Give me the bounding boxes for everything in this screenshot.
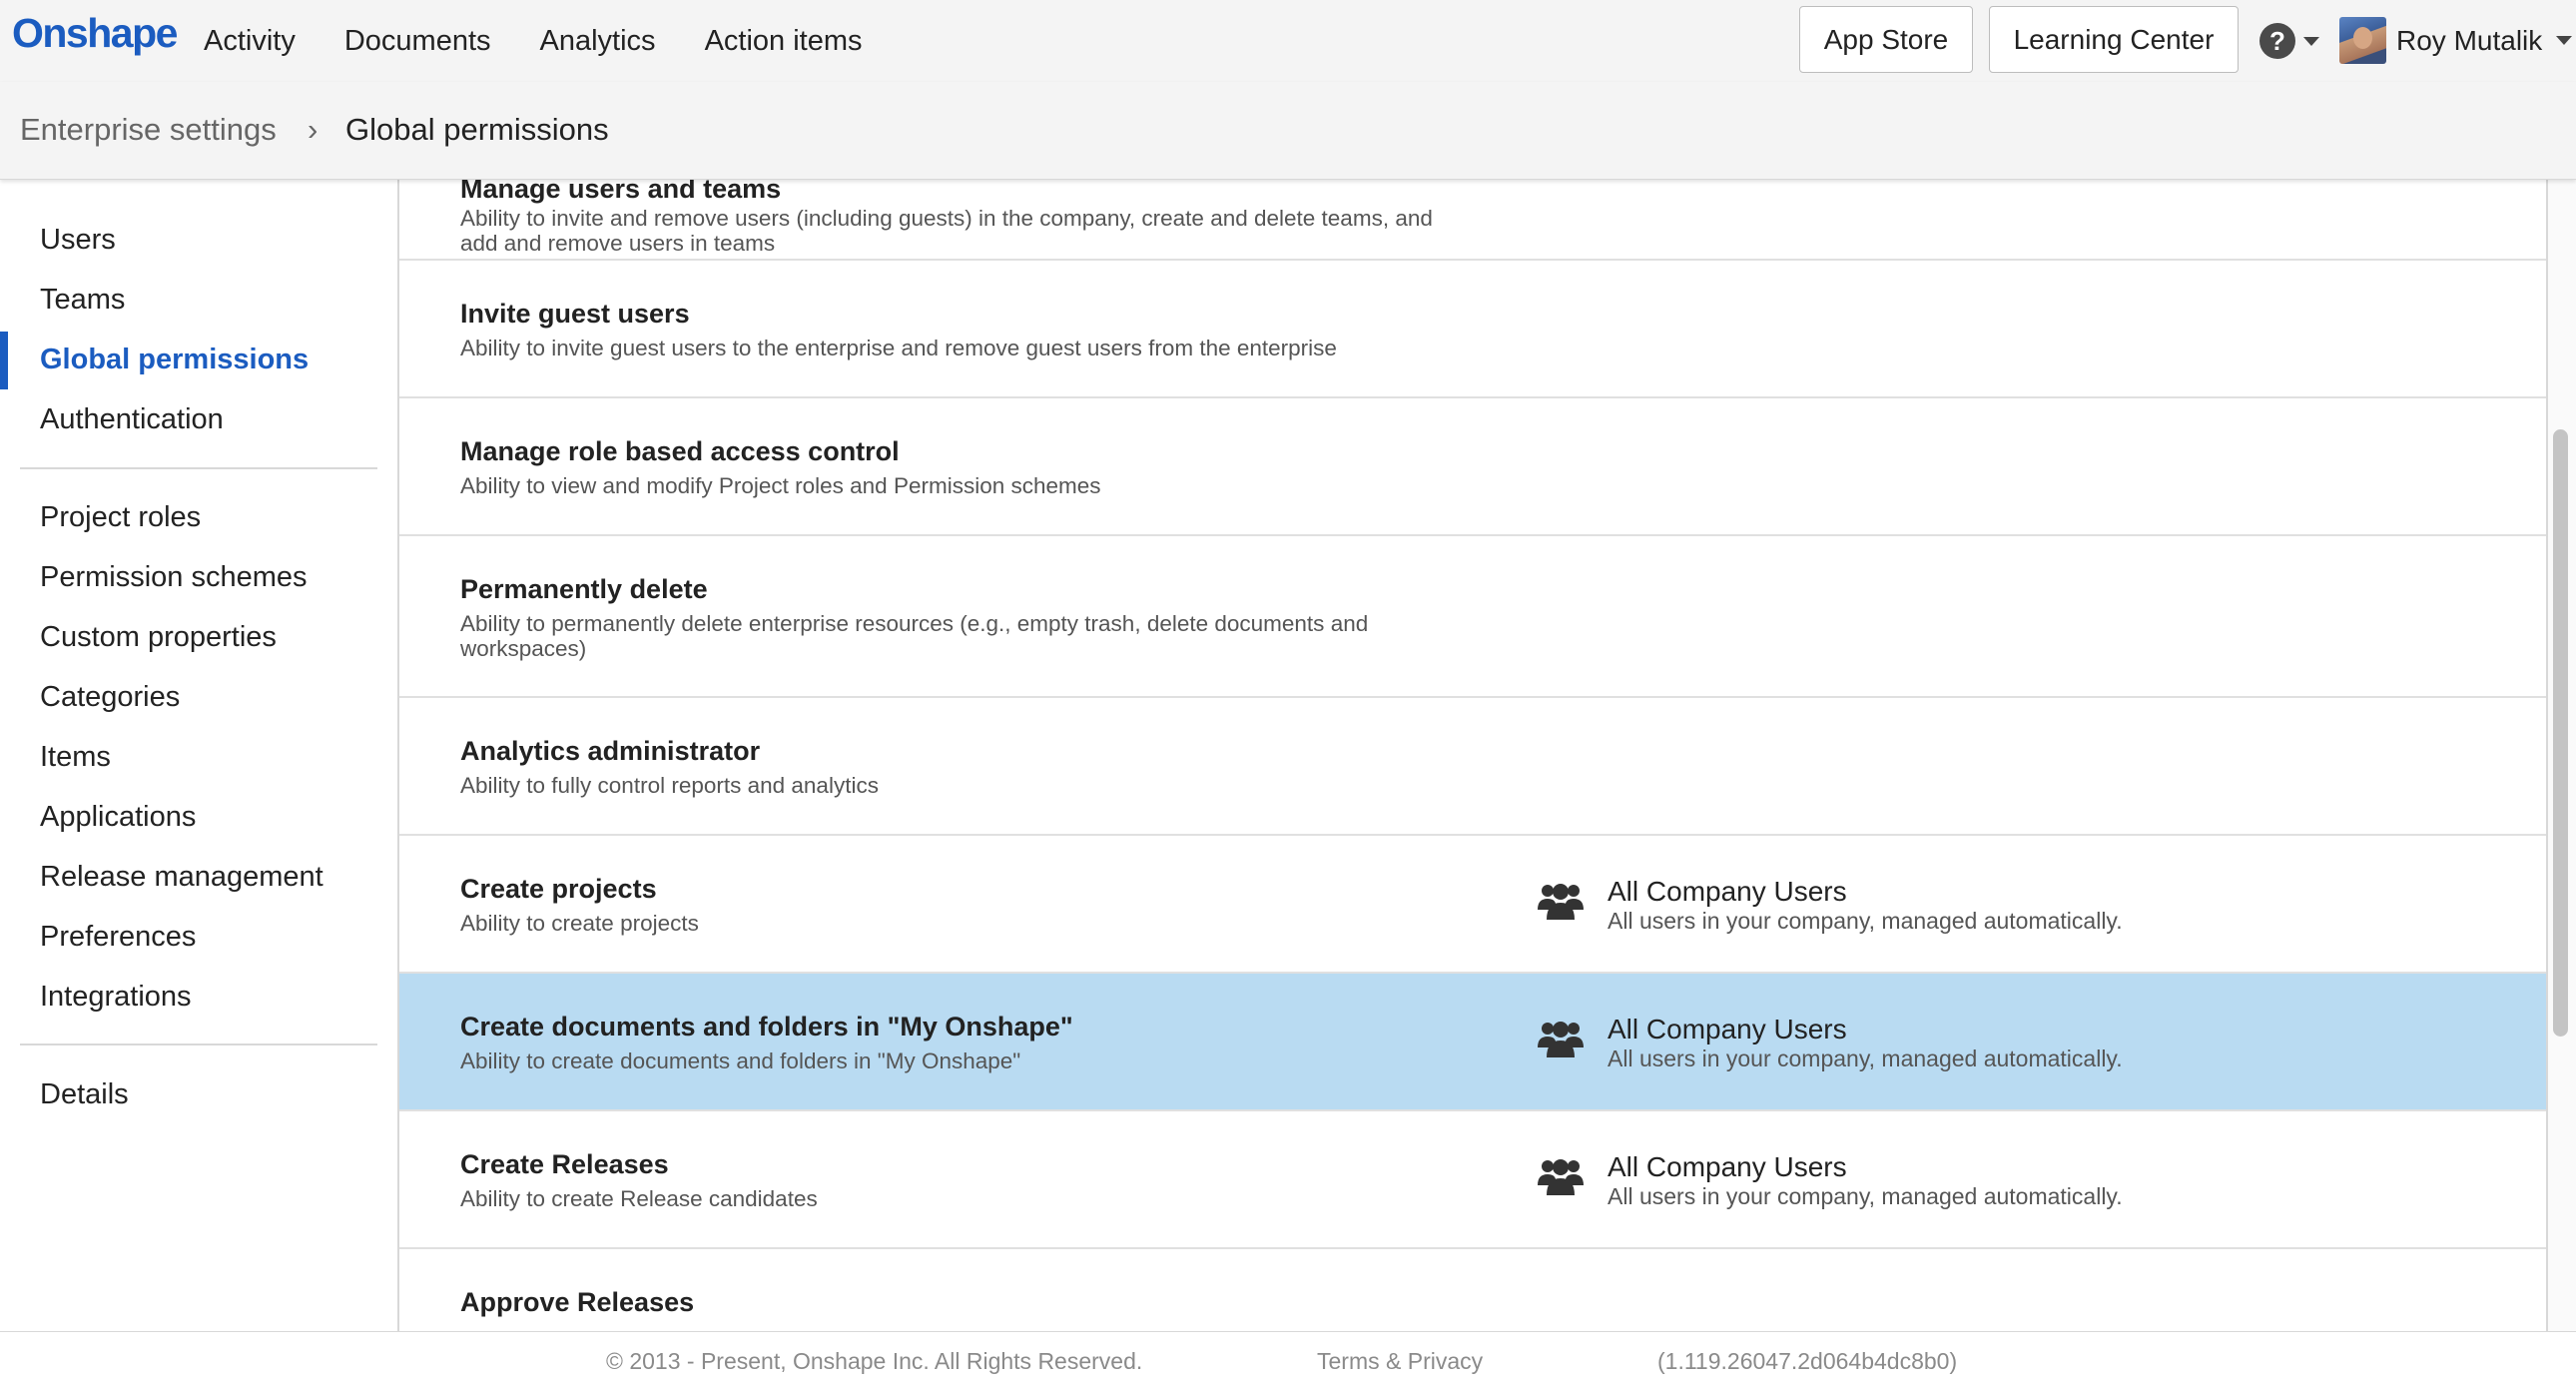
permission-row[interactable]: Approve Releases xyxy=(399,1249,2546,1331)
permission-title: Invite guest users xyxy=(460,299,690,329)
nav-action-items[interactable]: Action items xyxy=(705,25,863,58)
permission-title: Manage users and teams xyxy=(460,180,782,204)
users-group-icon xyxy=(1538,1159,1584,1195)
assignee-name: All Company Users xyxy=(1608,1014,1847,1044)
permission-title: Analytics administrator xyxy=(460,736,761,766)
sidebar-item-preferences[interactable]: Preferences xyxy=(40,921,196,954)
permission-row[interactable]: Analytics administrator Ability to fully… xyxy=(399,698,2546,836)
app-store-button[interactable]: App Store xyxy=(1799,6,1973,73)
users-group-icon xyxy=(1538,1022,1584,1057)
sidebar-divider xyxy=(20,1044,377,1045)
sidebar-item-project-roles[interactable]: Project roles xyxy=(40,501,201,534)
permission-description: Ability to create Release candidates xyxy=(460,1186,818,1211)
permission-row[interactable]: Invite guest users Ability to invite gue… xyxy=(399,261,2546,398)
sidebar-item-custom-properties[interactable]: Custom properties xyxy=(40,621,277,654)
sidebar-item-teams[interactable]: Teams xyxy=(40,284,125,317)
permission-title: Approve Releases xyxy=(460,1287,695,1317)
permission-row-selected[interactable]: Create documents and folders in "My Onsh… xyxy=(399,974,2546,1111)
permission-description: Ability to permanently delete enterprise… xyxy=(460,611,1369,661)
sidebar-item-authentication[interactable]: Authentication xyxy=(40,403,224,436)
sidebar-item-permission-schemes[interactable]: Permission schemes xyxy=(40,561,308,594)
help-menu[interactable]: ? xyxy=(2259,23,2319,59)
user-name: Roy Mutalik xyxy=(2396,24,2543,56)
assignee-name: All Company Users xyxy=(1608,1151,1847,1182)
permission-title: Create Releases xyxy=(460,1149,669,1179)
permission-description: Ability to fully control reports and ana… xyxy=(460,773,879,798)
breadcrumb-enterprise-settings[interactable]: Enterprise settings xyxy=(20,112,277,148)
scrollbar-thumb[interactable] xyxy=(2553,429,2568,1037)
permission-description: Ability to create documents and folders … xyxy=(460,1048,1021,1073)
copyright-text: © 2013 - Present, Onshape Inc. All Right… xyxy=(606,1348,1143,1374)
nav-documents[interactable]: Documents xyxy=(344,25,491,58)
permission-description: Ability to create projects xyxy=(460,911,699,936)
permission-row[interactable]: Permanently delete Ability to permanentl… xyxy=(399,536,2546,698)
permission-title: Permanently delete xyxy=(460,574,708,604)
chevron-down-icon xyxy=(2303,36,2319,46)
chevron-right-icon: › xyxy=(308,112,319,147)
sidebar-item-users[interactable]: Users xyxy=(40,224,116,257)
sidebar-divider xyxy=(20,467,377,469)
permission-row[interactable]: Create projects Ability to create projec… xyxy=(399,836,2546,974)
sidebar-item-details[interactable]: Details xyxy=(40,1078,129,1111)
settings-sidebar: Users Teams Global permissions Authentic… xyxy=(0,180,397,1331)
permission-title: Create projects xyxy=(460,874,657,904)
nav-links: Activity Documents Analytics Action item… xyxy=(204,0,912,82)
onshape-logo[interactable]: Onshape xyxy=(12,10,178,57)
permission-description: Ability to view and modify Project roles… xyxy=(460,473,1101,498)
sidebar-item-integrations[interactable]: Integrations xyxy=(40,981,192,1014)
assignee-name: All Company Users xyxy=(1608,876,1847,907)
terms-privacy-link[interactable]: Terms & Privacy xyxy=(1317,1348,1483,1375)
sidebar-item-items[interactable]: Items xyxy=(40,741,111,774)
permission-row[interactable]: Create Releases Ability to create Releas… xyxy=(399,1111,2546,1249)
permission-title: Manage role based access control xyxy=(460,436,900,466)
footer: © 2013 - Present, Onshape Inc. All Right… xyxy=(0,1331,2576,1392)
assignee-description: All users in your company, managed autom… xyxy=(1608,908,2123,934)
permission-description: Ability to invite and remove users (incl… xyxy=(460,206,1433,256)
nav-analytics[interactable]: Analytics xyxy=(540,25,656,58)
nav-activity[interactable]: Activity xyxy=(204,25,296,58)
version-text: (1.119.26047.2d064b4dc8b0) xyxy=(1657,1348,1958,1374)
top-nav: Onshape Activity Documents Analytics Act… xyxy=(0,0,2576,82)
page-title: Global permissions xyxy=(345,112,609,147)
permission-title: Create documents and folders in "My Onsh… xyxy=(460,1012,1073,1042)
sidebar-item-applications[interactable]: Applications xyxy=(40,801,196,834)
sidebar-item-categories[interactable]: Categories xyxy=(40,681,180,714)
assignee-description: All users in your company, managed autom… xyxy=(1608,1045,2123,1071)
active-indicator xyxy=(0,332,8,389)
users-group-icon xyxy=(1538,884,1584,920)
permission-description: Ability to invite guest users to the ent… xyxy=(460,336,1337,360)
user-menu[interactable]: Roy Mutalik xyxy=(2339,17,2573,64)
chevron-down-icon xyxy=(2556,36,2573,45)
avatar xyxy=(2339,17,2386,64)
learning-center-button[interactable]: Learning Center xyxy=(1989,6,2239,73)
permission-row[interactable]: Manage role based access control Ability… xyxy=(399,398,2546,536)
breadcrumb: Enterprise settings › Global permissions xyxy=(0,82,2576,180)
assignee-description: All users in your company, managed autom… xyxy=(1608,1183,2123,1209)
permission-row[interactable]: Manage users and teams Ability to invite… xyxy=(399,180,2546,261)
sidebar-item-global-permissions[interactable]: Global permissions xyxy=(40,344,309,376)
help-question-icon: ? xyxy=(2259,23,2295,59)
permissions-list: Manage users and teams Ability to invite… xyxy=(397,180,2548,1331)
sidebar-item-release-management[interactable]: Release management xyxy=(40,861,323,894)
